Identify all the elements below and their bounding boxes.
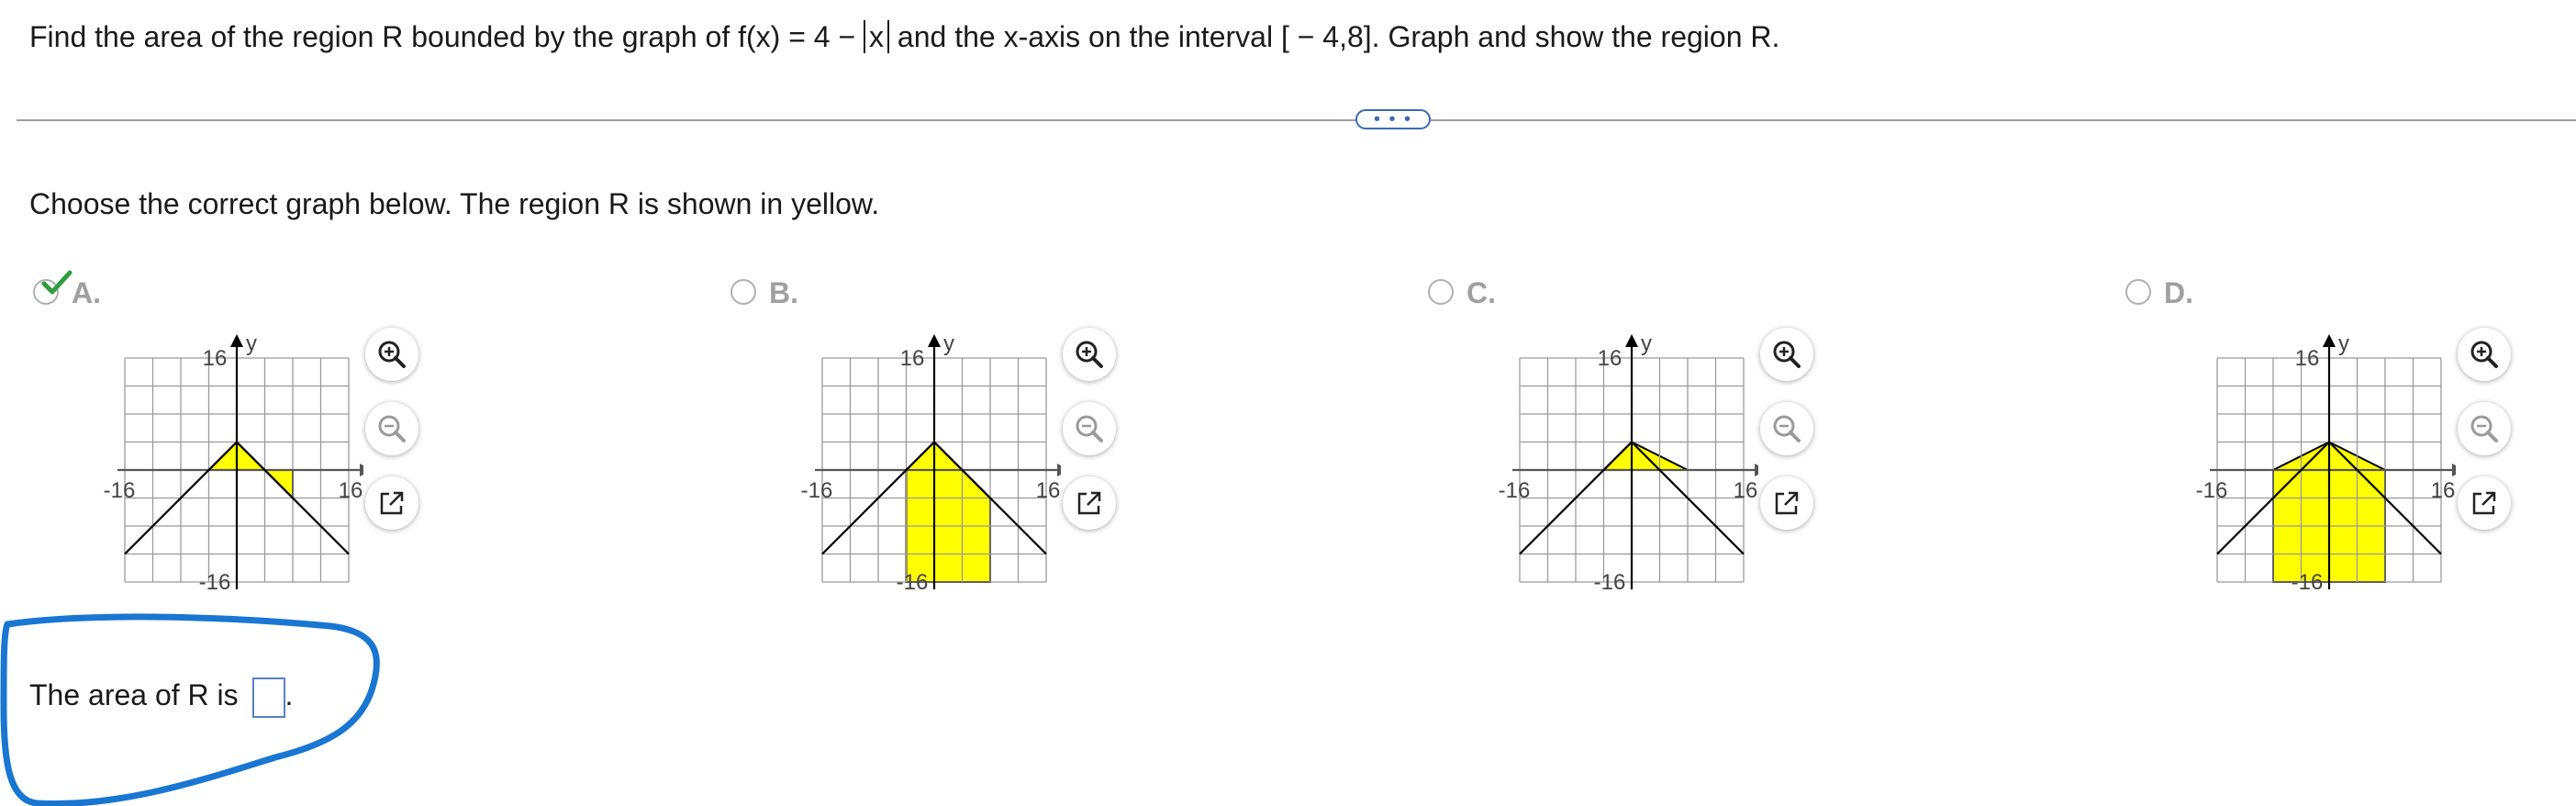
- x-axis-arrow: [1057, 464, 1061, 476]
- zoom-out-icon: [1076, 415, 1103, 442]
- y-tick-label: 16: [900, 346, 925, 371]
- question-suffix: and the x-axis on the interval [ − 4,8].…: [889, 20, 1780, 53]
- divider: [17, 119, 2576, 121]
- y-tick-label: -16: [897, 570, 929, 595]
- x-axis-arrow: [2452, 464, 2456, 476]
- zoom-in-icon: [378, 341, 406, 368]
- zoom-in-icon: [1773, 341, 1801, 368]
- zoom-out-button-c[interactable]: [1760, 402, 1813, 455]
- x-tick-label: 16: [1734, 478, 1758, 503]
- y-axis-arrow: [2323, 334, 2336, 347]
- zoom-in-icon: [1076, 341, 1103, 368]
- x-tick-label: -16: [104, 478, 136, 503]
- option-d: D. yx16-16-1616: [2125, 271, 2576, 595]
- zoom-in-button-a[interactable]: [365, 328, 418, 381]
- open-window-button-d[interactable]: [2458, 476, 2511, 530]
- y-tick-label: 16: [2295, 346, 2320, 371]
- zoom-out-icon: [378, 415, 406, 442]
- graph-c: yx16-16-1616: [1499, 331, 1758, 595]
- x-tick-label: -16: [801, 478, 833, 503]
- y-axis-arrow: [1625, 334, 1638, 347]
- absolute-value: x: [864, 20, 890, 53]
- x-tick-label: -16: [2196, 478, 2228, 503]
- y-axis-arrow: [230, 334, 243, 347]
- option-a-letter: A.: [72, 276, 101, 309]
- external-link-icon: [1775, 491, 1799, 515]
- external-link-icon: [2472, 491, 2496, 515]
- answer-suffix: .: [284, 678, 294, 711]
- region-r: [905, 441, 991, 583]
- y-tick-label: -16: [1594, 570, 1626, 595]
- open-window-button-b[interactable]: [1063, 476, 1116, 530]
- option-c: C. yx16-16-1616: [1428, 271, 2070, 595]
- open-window-button-a[interactable]: [365, 476, 418, 530]
- option-c-letter: C.: [1466, 276, 1496, 309]
- y-tick-label: 16: [203, 346, 228, 371]
- option-d-radio[interactable]: [2125, 279, 2151, 305]
- x-tick-label: -16: [1499, 478, 1531, 503]
- y-axis-label: y: [2338, 331, 2349, 356]
- option-b-radio[interactable]: [730, 279, 756, 305]
- answer-row: The area of R is .: [29, 675, 293, 718]
- graph-a: yx16-16-1616: [104, 331, 363, 595]
- y-axis-label: y: [1641, 331, 1652, 356]
- option-d-letter: D.: [2164, 276, 2193, 309]
- answer-label: The area of R is: [29, 678, 239, 711]
- show-more-button[interactable]: • • •: [1355, 109, 1431, 129]
- y-axis-arrow: [928, 334, 941, 347]
- x-tick-label: 16: [2431, 478, 2456, 503]
- y-axis-label: y: [943, 331, 954, 356]
- y-tick-label: -16: [2292, 570, 2324, 595]
- y-tick-label: -16: [199, 570, 231, 595]
- zoom-in-button-d[interactable]: [2458, 328, 2511, 381]
- x-tick-label: 16: [339, 478, 363, 503]
- zoom-out-icon: [2470, 415, 2498, 442]
- check-icon: [41, 270, 72, 295]
- graph-b: yx16-16-1616: [801, 331, 1061, 595]
- zoom-in-button-b[interactable]: [1063, 328, 1116, 381]
- x-axis-arrow: [1755, 464, 1758, 476]
- y-axis-label: y: [246, 331, 257, 356]
- graph-d: yx16-16-1616: [2196, 331, 2456, 595]
- x-tick-label: 16: [1036, 478, 1061, 503]
- external-link-icon: [380, 491, 404, 515]
- zoom-out-button-d[interactable]: [2458, 402, 2511, 455]
- zoom-out-button-a[interactable]: [365, 402, 418, 455]
- option-c-radio[interactable]: [1428, 279, 1454, 305]
- option-a: A. yx16-16-1616: [33, 270, 675, 595]
- open-window-button-c[interactable]: [1760, 476, 1813, 530]
- instruction-text: Choose the correct graph below. The regi…: [29, 187, 880, 220]
- zoom-in-icon: [2470, 341, 2498, 368]
- zoom-out-button-b[interactable]: [1063, 402, 1116, 455]
- y-tick-label: 16: [1598, 346, 1623, 371]
- zoom-in-button-c[interactable]: [1760, 328, 1813, 381]
- question-prefix: Find the area of the region R bounded by…: [29, 20, 864, 53]
- option-b-letter: B.: [769, 276, 798, 309]
- x-axis-arrow: [360, 464, 363, 476]
- area-answer-input[interactable]: [251, 677, 285, 718]
- zoom-out-icon: [1773, 415, 1801, 442]
- option-b: B. yx16-16-1616: [730, 271, 1373, 595]
- question-text: Find the area of the region R bounded by…: [29, 17, 1779, 57]
- external-link-icon: [1077, 491, 1101, 515]
